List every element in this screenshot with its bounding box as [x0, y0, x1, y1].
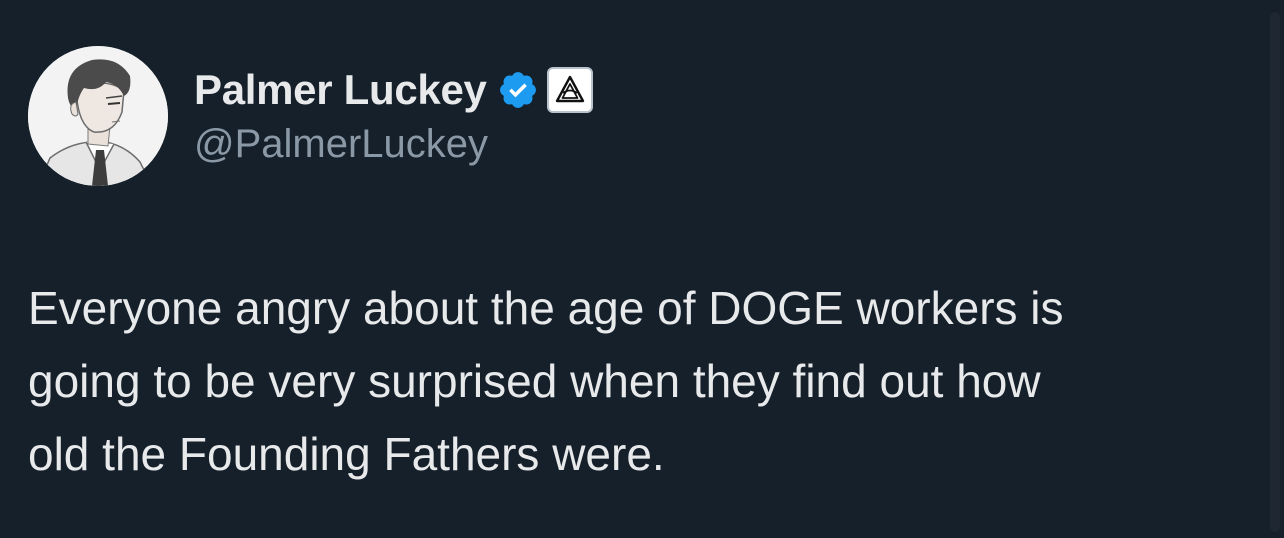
verified-check-icon[interactable] [497, 69, 539, 111]
avatar-portrait-icon [28, 46, 168, 186]
avatar[interactable] [28, 46, 168, 186]
tweet-text-line: old the Founding Fathers were. [28, 428, 665, 480]
tweet-text: Everyone angry about the age of DOGE wor… [28, 272, 1258, 491]
anduril-logo-icon[interactable] [546, 67, 593, 113]
tweet-text-line: Everyone angry about the age of DOGE wor… [28, 282, 1064, 334]
author-handle[interactable]: @PalmerLuckey [194, 122, 488, 167]
author-name-row: Palmer Luckey [194, 62, 593, 118]
author-display-name[interactable]: Palmer Luckey [194, 66, 487, 114]
tweet-text-line: going to be very surprised when they fin… [28, 355, 1041, 407]
tweet-card: Palmer Luckey @PalmerLuckey Everyone ang… [0, 0, 1284, 538]
scrollbar[interactable] [1270, 12, 1280, 532]
